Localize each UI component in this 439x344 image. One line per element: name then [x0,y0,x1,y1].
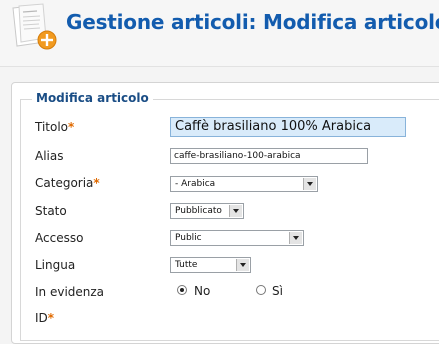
id-label: ID* [35,311,54,325]
featured-label: In evidenza [35,285,105,299]
chevron-down-icon [236,259,249,271]
required-star: * [68,120,75,134]
state-select[interactable]: Pubblicato [170,203,244,219]
featured-yes-label: Sì [272,284,283,298]
language-select[interactable]: Tutte [170,257,251,273]
chevron-down-icon [229,205,242,217]
language-select-value: Tutte [175,260,198,270]
category-select-value: - Arabica [175,179,216,189]
language-label: Lingua [35,258,76,272]
access-select[interactable]: Public [170,230,304,246]
page-header: Gestione articoli: Modifica articolo [0,0,439,67]
access-select-value: Public [175,233,202,243]
featured-yes-radio[interactable] [256,285,266,295]
category-select[interactable]: - Arabica [170,176,318,192]
chevron-down-icon [303,178,316,190]
alias-label: Alias [35,149,64,163]
title-label: Titolo* [35,120,74,134]
id-label-text: ID [35,311,48,325]
chevron-down-icon [289,232,302,244]
title-input[interactable]: Caffè brasiliano 100% Arabica [170,117,406,137]
fieldset-legend: Modifica articolo [32,91,153,105]
featured-no-label: No [194,284,211,298]
state-select-value: Pubblicato [175,206,222,216]
featured-no-radio[interactable] [177,285,187,295]
page-title: Gestione articoli: Modifica articolo [66,10,439,34]
article-add-icon [12,3,57,50]
title-label-text: Titolo [35,120,69,134]
access-label: Accesso [35,231,84,245]
category-label: Categoria* [35,176,100,190]
required-star: * [93,176,100,190]
category-label-text: Categoria [35,176,94,190]
state-label: Stato [35,204,67,218]
required-star: * [47,311,55,325]
alias-input[interactable]: caffe-brasiliano-100-arabica [170,148,368,164]
